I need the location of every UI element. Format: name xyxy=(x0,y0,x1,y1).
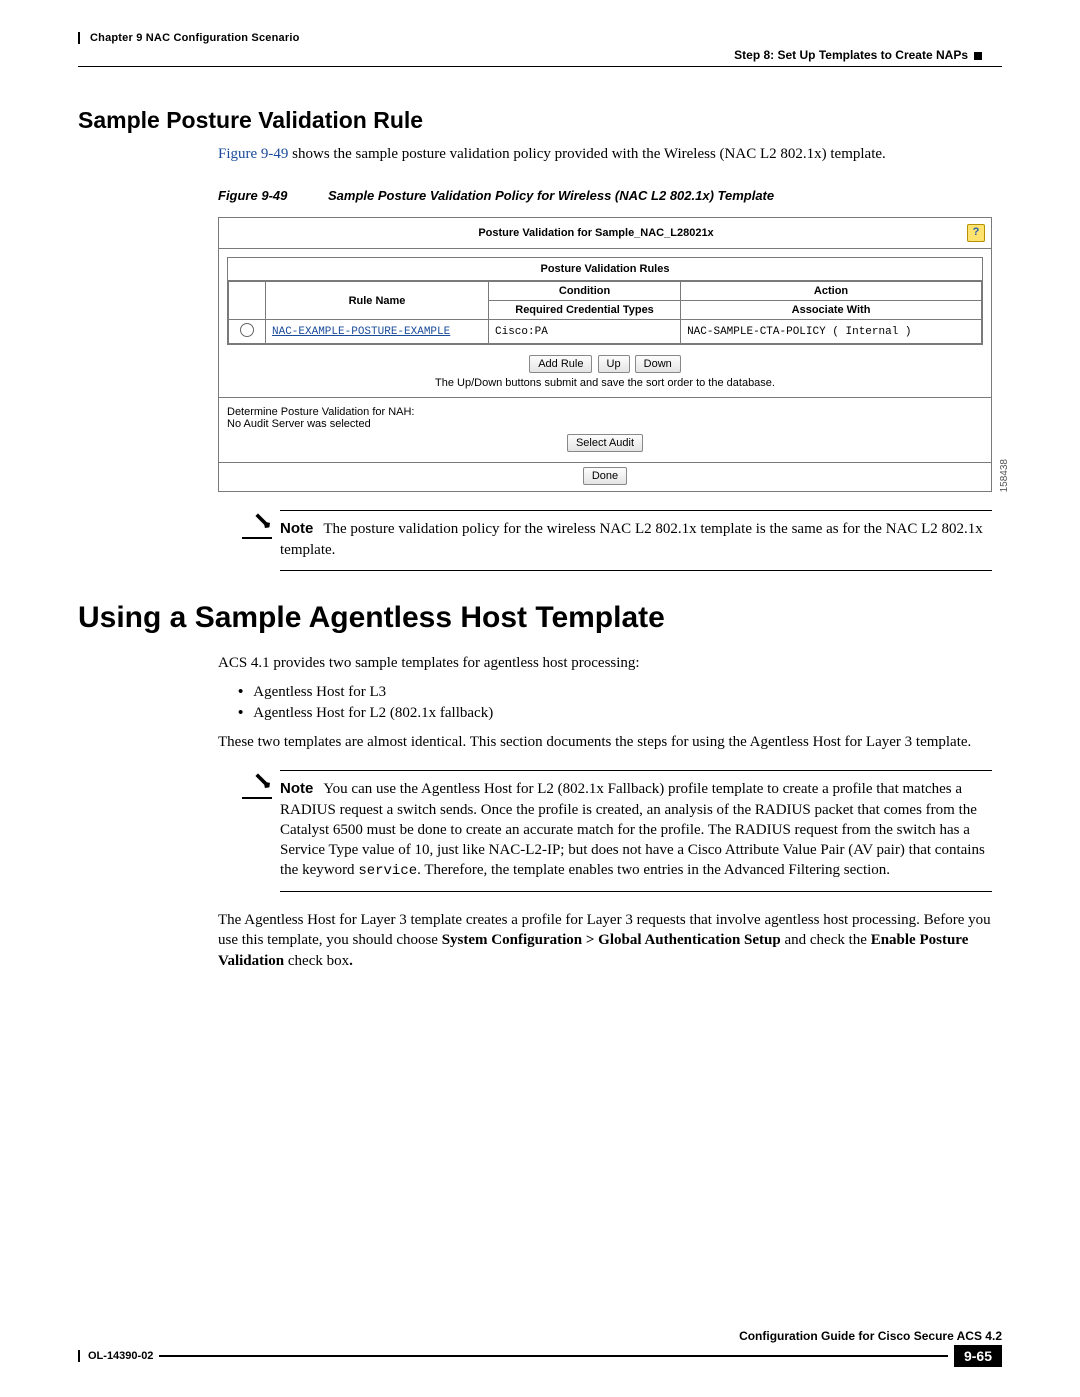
sort-hint: The Up/Down buttons submit and save the … xyxy=(227,377,983,389)
note-text-2b: . Therefore, the template enables two en… xyxy=(417,862,890,878)
bullet-l3: Agentless Host for L3 xyxy=(238,683,992,701)
figure-id: 158438 xyxy=(999,459,1010,492)
rule-name-link[interactable]: NAC-EXAMPLE-POSTURE-EXAMPLE xyxy=(272,326,450,338)
col-condition: Condition xyxy=(489,282,681,301)
help-icon[interactable]: ? xyxy=(967,224,985,242)
code-service: service xyxy=(358,863,417,879)
figure-caption: Figure 9-49Sample Posture Validation Pol… xyxy=(218,188,992,203)
rules-title: Posture Validation Rules xyxy=(228,258,982,281)
note-icon xyxy=(250,509,275,534)
up-button[interactable]: Up xyxy=(598,355,630,373)
add-rule-button[interactable]: Add Rule xyxy=(529,355,592,373)
note-icon xyxy=(250,769,275,794)
note-label: Note xyxy=(280,780,313,797)
header-marker-icon xyxy=(974,52,982,60)
cell-assoc: NAC-SAMPLE-CTA-POLICY ( Internal ) xyxy=(681,320,982,344)
down-button[interactable]: Down xyxy=(635,355,681,373)
step-label: Step 8: Set Up Templates to Create NAPs xyxy=(78,48,1002,62)
row-radio[interactable] xyxy=(240,323,254,337)
col-condition-sub: Required Credential Types xyxy=(489,301,681,320)
footer-ol: OL-14390-02 xyxy=(78,1350,153,1362)
p-final: The Agentless Host for Layer 3 template … xyxy=(218,910,992,971)
figure-title: Posture Validation for Sample_NAC_L28021… xyxy=(225,227,967,239)
note-label: Note xyxy=(280,520,313,537)
note-text-1: The posture validation policy for the wi… xyxy=(280,521,983,557)
bullet-l2: Agentless Host for L2 (802.1x fallback) xyxy=(238,704,992,722)
rules-table: Rule Name Condition Action Required Cred… xyxy=(228,281,982,344)
nah-line1: Determine Posture Validation for NAH: xyxy=(227,406,983,418)
figure-ref-link[interactable]: Figure 9-49 xyxy=(218,146,288,162)
nah-line2: No Audit Server was selected xyxy=(227,418,983,430)
table-row: NAC-EXAMPLE-POSTURE-EXAMPLE Cisco:PA NAC… xyxy=(229,320,982,344)
intro-paragraph: Figure 9-49 shows the sample posture val… xyxy=(218,144,992,164)
figure-panel: Posture Validation for Sample_NAC_L28021… xyxy=(218,217,992,492)
section-heading-posture: Sample Posture Validation Rule xyxy=(78,107,1002,134)
page-number: 9-65 xyxy=(954,1345,1002,1367)
chapter-label: Chapter 9 NAC Configuration Scenario xyxy=(90,32,1002,44)
col-action-sub: Associate With xyxy=(681,301,982,320)
footer-guide: Configuration Guide for Cisco Secure ACS… xyxy=(78,1329,1002,1345)
section-heading-agentless: Using a Sample Agentless Host Template xyxy=(78,601,1002,635)
col-action: Action xyxy=(681,282,982,301)
done-button[interactable]: Done xyxy=(583,467,627,485)
col-rule-name: Rule Name xyxy=(266,282,489,320)
p-identical: These two templates are almost identical… xyxy=(218,732,992,752)
select-audit-button[interactable]: Select Audit xyxy=(567,434,643,452)
cell-cred: Cisco:PA xyxy=(489,320,681,344)
p-acs41: ACS 4.1 provides two sample templates fo… xyxy=(218,653,992,673)
